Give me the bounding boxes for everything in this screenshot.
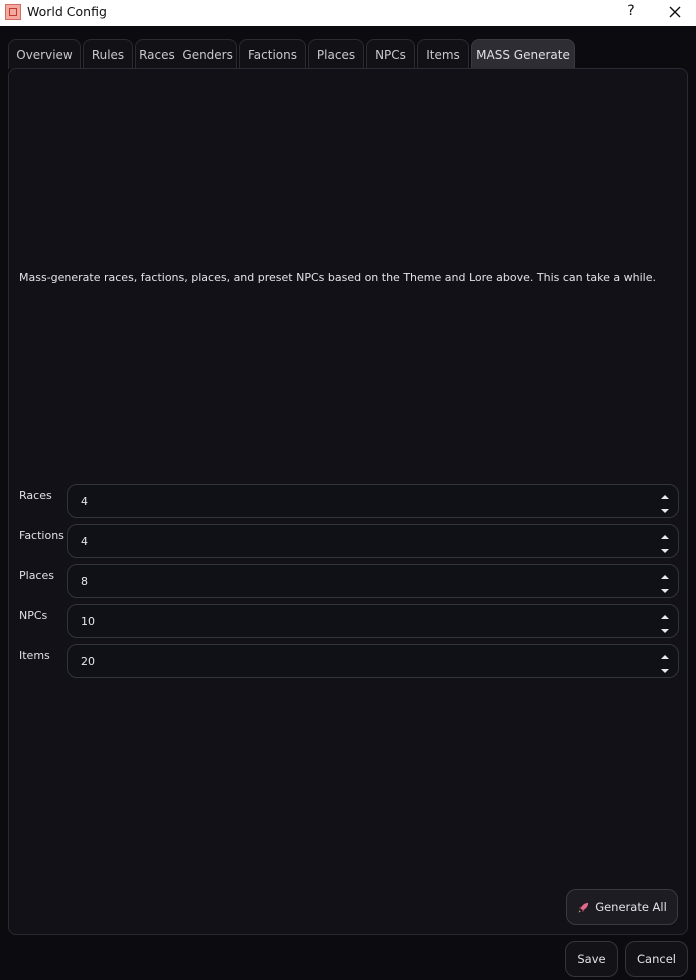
help-icon[interactable]: ? bbox=[624, 3, 638, 21]
close-icon[interactable] bbox=[666, 2, 684, 22]
save-button[interactable]: Save bbox=[565, 941, 618, 977]
title-bar: World Config ? bbox=[0, 0, 696, 26]
chevron-up-icon[interactable] bbox=[658, 488, 672, 500]
generate-all-label: Generate All bbox=[595, 900, 667, 914]
places-label: Places bbox=[19, 569, 54, 582]
chevron-down-icon[interactable] bbox=[658, 542, 672, 554]
description-text: Mass-generate races, factions, places, a… bbox=[19, 271, 656, 284]
tab-npcs[interactable]: NPCs bbox=[366, 39, 415, 69]
window-title: World Config bbox=[27, 4, 107, 19]
npcs-spinbox[interactable]: 10 bbox=[67, 604, 679, 638]
tab-factions[interactable]: Factions bbox=[239, 39, 306, 69]
tab-overview[interactable]: Overview bbox=[8, 39, 81, 69]
chevron-up-icon[interactable] bbox=[658, 568, 672, 580]
tab-mass-generate[interactable]: MASS Generate bbox=[471, 39, 575, 69]
cancel-button[interactable]: Cancel bbox=[625, 941, 688, 977]
places-spinbox[interactable]: 8 bbox=[67, 564, 679, 598]
races-spinbox[interactable]: 4 bbox=[67, 484, 679, 518]
chevron-up-icon[interactable] bbox=[658, 608, 672, 620]
chevron-down-icon[interactable] bbox=[658, 582, 672, 594]
chevron-up-icon[interactable] bbox=[658, 528, 672, 540]
tab-places[interactable]: Places bbox=[308, 39, 364, 69]
chevron-down-icon[interactable] bbox=[658, 622, 672, 634]
items-value[interactable]: 20 bbox=[81, 655, 95, 668]
items-spinbox[interactable]: 20 bbox=[67, 644, 679, 678]
factions-value[interactable]: 4 bbox=[81, 535, 88, 548]
chevron-down-icon[interactable] bbox=[658, 662, 672, 674]
npcs-label: NPCs bbox=[19, 609, 48, 622]
places-value[interactable]: 8 bbox=[81, 575, 88, 588]
generate-all-button[interactable]: Generate All bbox=[566, 889, 678, 925]
races-value[interactable]: 4 bbox=[81, 495, 88, 508]
npcs-value[interactable]: 10 bbox=[81, 615, 95, 628]
rocket-icon bbox=[578, 902, 589, 913]
app-icon bbox=[5, 4, 21, 20]
chevron-down-icon[interactable] bbox=[658, 502, 672, 514]
tab-rules[interactable]: Rules bbox=[83, 39, 133, 69]
factions-label: Factions bbox=[19, 529, 64, 542]
chevron-up-icon[interactable] bbox=[658, 648, 672, 660]
mass-generate-panel: Mass-generate races, factions, places, a… bbox=[8, 68, 688, 935]
races-label: Races bbox=[19, 489, 52, 502]
tab-races-genders[interactable]: Races Genders bbox=[135, 39, 237, 69]
tab-items[interactable]: Items bbox=[417, 39, 469, 69]
factions-spinbox[interactable]: 4 bbox=[67, 524, 679, 558]
items-label: Items bbox=[19, 649, 50, 662]
